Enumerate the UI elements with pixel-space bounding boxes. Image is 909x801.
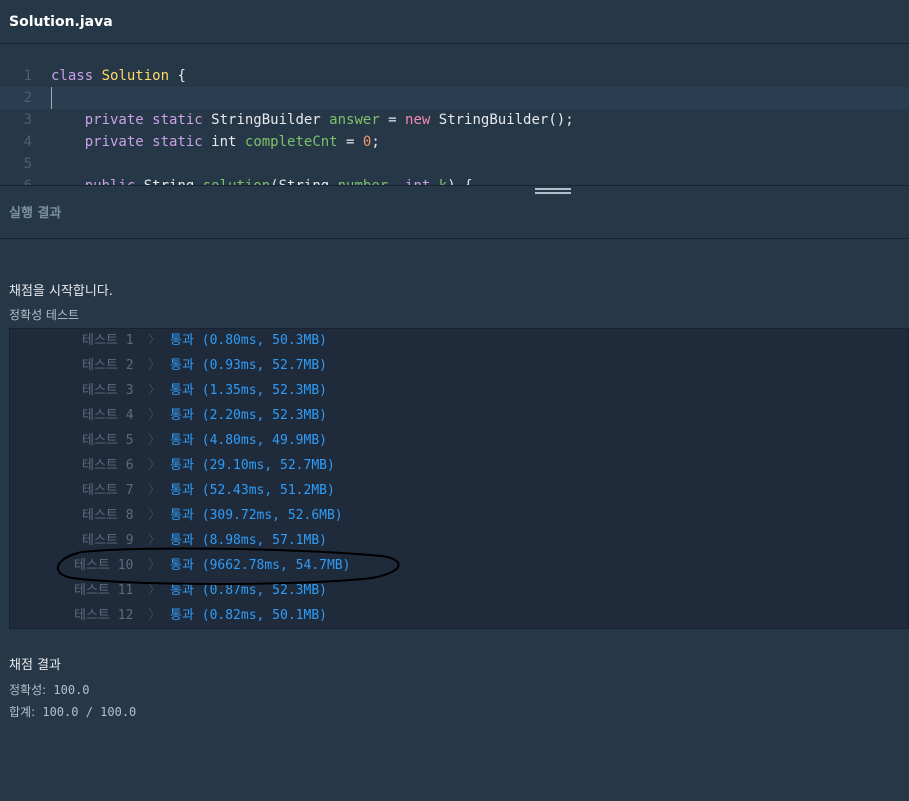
section-label: 정확성 테스트 (9, 308, 80, 322)
chevron-right-icon: 〉 (148, 508, 162, 523)
code-line[interactable]: 1 class Solution { (0, 65, 909, 87)
line-number: 5 (23, 156, 32, 172)
grade-accuracy-label: 정확성: (9, 683, 47, 697)
result-header: 실행 결과 (0, 186, 909, 239)
chevron-right-icon: 〉 (148, 458, 162, 473)
test-name: 테스트 9 (82, 533, 134, 548)
line-number: 2 (23, 90, 32, 106)
start-message: 채점을 시작합니다. (9, 284, 113, 299)
test-name: 테스트 11 (74, 583, 134, 598)
chevron-right-icon: 〉 (148, 583, 162, 598)
grade-total: 합계: 100.0 / 100.0 (9, 703, 136, 720)
line-number: 4 (23, 134, 32, 150)
file-header: Solution.java (0, 0, 909, 44)
chevron-right-icon: 〉 (148, 333, 162, 348)
code-text: private static StringBuilder answer = ne… (84, 112, 574, 128)
test-result: 통과 (0.80ms, 50.3MB) (170, 333, 327, 348)
test-result: 통과 (0.87ms, 52.3MB) (170, 583, 327, 598)
test-result: 통과 (0.93ms, 52.7MB) (170, 358, 327, 373)
code-line[interactable]: 5 (0, 153, 909, 175)
test-result: 통과 (8.98ms, 57.1MB) (170, 533, 327, 548)
test-result: 통과 (29.10ms, 52.7MB) (170, 458, 335, 473)
text-cursor (51, 87, 52, 109)
chevron-right-icon: 〉 (148, 433, 162, 448)
test-result: 통과 (0.82ms, 50.1MB) (170, 608, 327, 623)
code-text: class Solution { (51, 68, 186, 84)
chevron-right-icon: 〉 (148, 533, 162, 548)
chevron-right-icon: 〉 (148, 383, 162, 398)
test-result: 통과 (4.80ms, 49.9MB) (170, 433, 327, 448)
grade-total-label: 합계: (9, 705, 36, 719)
test-result: 통과 (52.43ms, 51.2MB) (170, 483, 335, 498)
chevron-right-icon: 〉 (148, 608, 162, 623)
code-line[interactable]: 2 (0, 87, 909, 109)
line-number: 1 (23, 68, 32, 84)
grade-accuracy: 정확성: 100.0 (9, 681, 90, 698)
test-name: 테스트 3 (82, 383, 134, 398)
test-name: 테스트 6 (82, 458, 134, 473)
test-name: 테스트 8 (82, 508, 134, 523)
chevron-right-icon: 〉 (148, 558, 162, 573)
code-line[interactable]: 6 public String solution(String number, … (0, 175, 909, 185)
test-name: 테스트 12 (74, 608, 134, 623)
test-result: 통과 (9662.78ms, 54.7MB) (170, 558, 351, 573)
test-name: 테스트 4 (82, 408, 134, 423)
test-results-box: 테스트 1 〉 통과 (0.80ms, 50.3MB) 테스트 2 〉 통과 (0.93m… (9, 328, 909, 629)
grade-accuracy-value: 100.0 (53, 683, 90, 697)
test-name: 테스트 5 (82, 433, 134, 448)
test-name: 테스트 7 (82, 483, 134, 498)
code-editor[interactable]: 1 class Solution { 2 3 private static Strin… (0, 45, 909, 185)
test-name: 테스트 10 (74, 558, 134, 573)
test-result: 통과 (309.72ms, 52.6MB) (170, 508, 343, 523)
grade-total-value: 100.0 / 100.0 (42, 705, 137, 719)
chevron-right-icon: 〉 (148, 483, 162, 498)
grade-title: 채점 결과 (9, 658, 61, 673)
code-text: private static int completeCnt = 0; (84, 134, 380, 150)
code-line[interactable]: 3 private static StringBuilder answer = … (0, 109, 909, 131)
code-text: public String solution(String number, in… (51, 175, 473, 185)
resize-handle[interactable] (535, 188, 571, 199)
test-name: 테스트 1 (82, 333, 134, 348)
result-title: 실행 결과 (9, 206, 62, 221)
code-line[interactable]: 4 private static int completeCnt = 0; (0, 131, 909, 153)
chevron-right-icon: 〉 (148, 358, 162, 373)
file-title: Solution.java (9, 13, 113, 30)
line-number: 6 (0, 175, 32, 185)
test-result: 통과 (1.35ms, 52.3MB) (170, 383, 327, 398)
line-number: 3 (23, 112, 32, 128)
test-result: 통과 (2.20ms, 52.3MB) (170, 408, 327, 423)
test-name: 테스트 2 (82, 358, 134, 373)
chevron-right-icon: 〉 (148, 408, 162, 423)
